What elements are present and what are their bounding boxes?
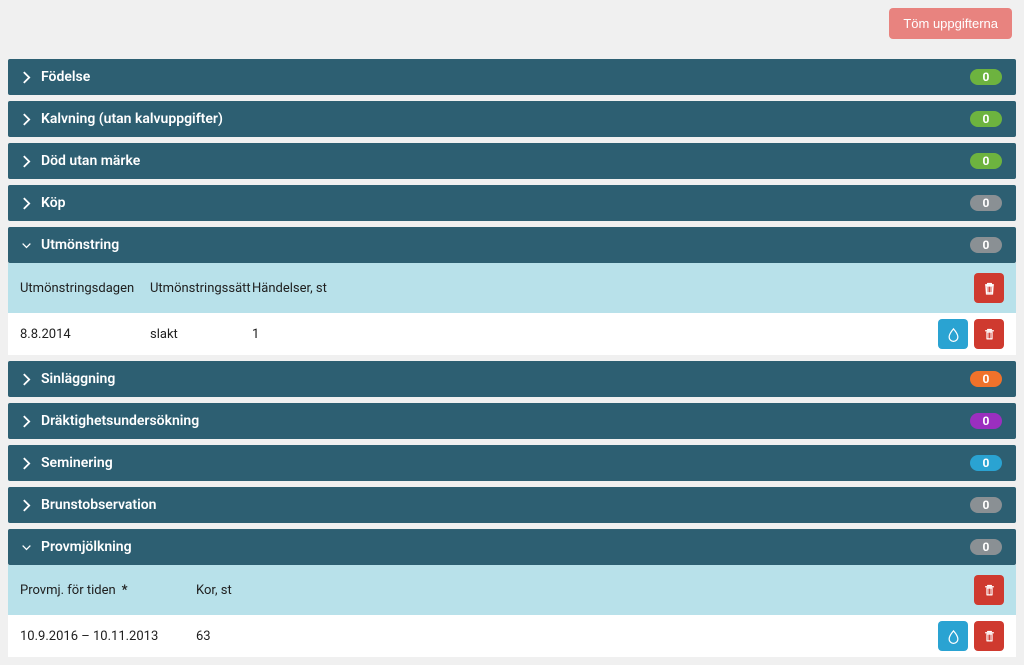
count-badge: 0 — [970, 153, 1002, 169]
table-row: 8.8.2014 slakt 1 — [8, 313, 1016, 355]
drop-button[interactable] — [938, 621, 968, 651]
cell-date: 8.8.2014 — [20, 327, 150, 342]
panel-title: Sinläggning — [41, 371, 115, 387]
panel-header-sinlaggning[interactable]: Sinläggning 0 — [8, 361, 1016, 397]
panel-header-fodelse[interactable]: Födelse 0 — [8, 59, 1016, 95]
cell-method: slakt — [150, 327, 252, 342]
panel-title: Död utan märke — [41, 153, 140, 169]
panel-title: Födelse — [41, 69, 90, 85]
panel-header-draktighet[interactable]: Dräktighetsundersökning 0 — [8, 403, 1016, 439]
count-badge: 0 — [970, 371, 1002, 387]
count-badge: 0 — [970, 237, 1002, 253]
accordion: Födelse 0 Kalvning (utan kalvuppgifter) … — [8, 59, 1016, 657]
panel-header-provmjolkning[interactable]: Provmjölkning 0 — [8, 529, 1016, 565]
delete-all-button[interactable] — [974, 273, 1004, 303]
chevron-down-icon — [22, 239, 31, 252]
panel-title: Seminering — [41, 455, 113, 471]
count-badge: 0 — [970, 111, 1002, 127]
column-header-date: Utmönstringsdagen — [20, 281, 150, 296]
chevron-right-icon — [22, 499, 31, 512]
drop-button[interactable] — [938, 319, 968, 349]
chevron-right-icon — [22, 71, 31, 84]
count-badge: 0 — [970, 539, 1002, 555]
chevron-right-icon — [22, 155, 31, 168]
cell-period: 10.9.2016 – 10.11.2013 — [20, 629, 196, 644]
count-badge: 0 — [970, 195, 1002, 211]
provmjolkning-subheader: Provmj. för tiden * Kor, st — [8, 565, 1016, 615]
panel-title: Provmjölkning — [41, 539, 132, 555]
cell-cows: 63 — [196, 629, 396, 644]
panel-title: Dräktighetsundersökning — [41, 413, 199, 429]
table-row: 10.9.2016 – 10.11.2013 63 — [8, 615, 1016, 657]
chevron-right-icon — [22, 373, 31, 386]
count-badge: 0 — [970, 69, 1002, 85]
chevron-right-icon — [22, 113, 31, 126]
chevron-right-icon — [22, 197, 31, 210]
panel-header-dod[interactable]: Död utan märke 0 — [8, 143, 1016, 179]
panel-header-kalvning[interactable]: Kalvning (utan kalvuppgifter) 0 — [8, 101, 1016, 137]
panel-title: Utmönstring — [41, 237, 119, 253]
count-badge: 0 — [970, 497, 1002, 513]
chevron-right-icon — [22, 415, 31, 428]
panel-title: Brunstobservation — [41, 497, 157, 513]
delete-row-button[interactable] — [974, 621, 1004, 651]
chevron-right-icon — [22, 457, 31, 470]
column-header-method: Utmönstringssätt — [150, 281, 252, 296]
panel-title: Kalvning (utan kalvuppgifter) — [41, 111, 223, 127]
panel-header-utmonstring[interactable]: Utmönstring 0 — [8, 227, 1016, 263]
column-header-events: Händelser, st — [252, 281, 452, 296]
panel-header-brunst[interactable]: Brunstobservation 0 — [8, 487, 1016, 523]
chevron-down-icon — [22, 541, 31, 554]
required-asterisk: * — [116, 583, 134, 598]
column-header-period: Provmj. för tiden — [20, 583, 116, 598]
count-badge: 0 — [970, 413, 1002, 429]
panel-header-kop[interactable]: Köp 0 — [8, 185, 1016, 221]
panel-header-seminering[interactable]: Seminering 0 — [8, 445, 1016, 481]
utmonstring-subheader: Utmönstringsdagen Utmönstringssätt Hände… — [8, 263, 1016, 313]
cell-events: 1 — [252, 327, 452, 342]
panel-title: Köp — [41, 195, 66, 211]
count-badge: 0 — [970, 455, 1002, 471]
clear-button[interactable]: Töm uppgifterna — [889, 8, 1012, 39]
delete-all-button[interactable] — [974, 575, 1004, 605]
delete-row-button[interactable] — [974, 319, 1004, 349]
column-header-cows: Kor, st — [196, 583, 396, 598]
